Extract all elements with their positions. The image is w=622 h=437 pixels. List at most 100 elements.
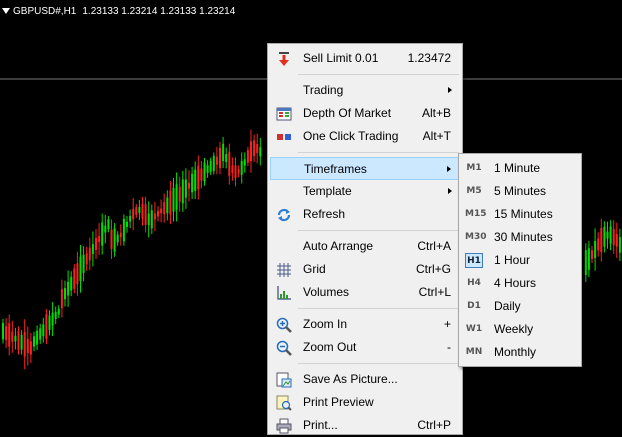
timeframe-item-mn[interactable]: MN Monthly [461,341,579,364]
menu-item-depth-of-market[interactable]: Depth Of Market Alt+B [270,102,460,125]
timeframe-item-d1[interactable]: D1 Daily [461,295,579,318]
candle [11,320,14,353]
menu-item-template[interactable]: Template [270,180,460,203]
candle [45,308,48,345]
print-icon [276,418,292,434]
candle [26,326,29,366]
menu-item-save-as-picture[interactable]: Save As Picture... [270,368,460,391]
candle [36,325,39,350]
symbol-label: GBPUSD#,H1 [13,5,77,17]
candle [240,152,243,184]
timeframe-item-m30[interactable]: M30 30 Minutes [461,226,579,249]
menu-item-shortcut: Ctrl+L [418,285,451,299]
submenu-arrow-icon [448,188,452,194]
timeframe-item-m1[interactable]: M1 1 Minute [461,157,579,180]
timeframe-label: 5 Minutes [494,184,547,198]
menu-item-grid[interactable]: Grid Ctrl+G [270,258,460,281]
chart-menu-arrow-icon[interactable] [2,8,10,14]
timeframe-code-icon: H1 [465,253,483,268]
timeframe-label: Daily [494,299,521,313]
timeframes-submenu: M1 1 Minute M5 5 Minutes M15 15 Minutes … [458,153,582,367]
menu-item-print-preview[interactable]: Print Preview [270,391,460,414]
candle [206,160,209,178]
candle [147,201,150,238]
timeframe-code-icon: M1 [466,163,482,173]
candle [181,170,184,212]
candle [600,218,603,262]
timeframe-item-h4[interactable]: H4 4 Hours [461,272,579,295]
refresh-icon [277,208,291,222]
candle [203,158,206,186]
candle [129,209,132,229]
menu-item-one-click-trading[interactable]: One Click Trading Alt+T [270,125,460,148]
menu-item-sell-limit[interactable]: Sell Limit 0.01 1.23472 [270,47,460,70]
menu-item-shortcut: Ctrl+G [415,262,451,276]
candle [594,228,597,271]
candle [132,197,135,231]
grid-icon [277,263,291,277]
timeframe-label: Monthly [494,345,537,359]
candle [60,279,63,318]
candle [209,157,212,175]
candle [587,241,590,278]
menu-item-refresh[interactable]: Refresh [270,203,460,226]
timeframe-item-h1[interactable]: H1 1 Hour [461,249,579,272]
candle [39,323,42,345]
menu-item-zoom-in[interactable]: Zoom In + [270,313,460,336]
candle [141,196,144,226]
menu-item-zoom-out[interactable]: Zoom Out - [270,336,460,359]
menu-item-label: Sell Limit 0.01 [303,51,379,65]
timeframe-item-m15[interactable]: M15 15 Minutes [461,203,579,226]
menu-item-label: One Click Trading [303,129,399,143]
candle [243,152,246,173]
candle [603,221,606,253]
one-click-trading-icon [277,134,291,140]
candle [612,220,615,254]
candle [597,232,600,257]
menu-separator [298,152,459,153]
menu-item-volumes[interactable]: Volumes Ctrl+L [270,281,460,304]
candle [228,143,231,185]
candle [20,330,23,355]
menu-item-label: Save As Picture... [303,372,398,386]
candle [615,222,618,258]
candle [17,326,20,355]
timeframe-code-icon: W1 [465,324,483,334]
candle [85,246,88,272]
menu-item-shortcut: Ctrl+A [417,239,451,253]
candle [169,181,172,225]
candle [91,231,94,267]
candle [215,147,218,175]
menu-item-label: Template [303,184,352,198]
menu-item-label: Timeframes [304,162,367,176]
menu-item-timeframes[interactable]: Timeframes [270,157,460,180]
timeframe-label: 4 Hours [494,276,537,290]
candle [259,137,262,166]
save-picture-icon [276,372,292,388]
timeframe-item-m5[interactable]: M5 5 Minutes [461,180,579,203]
timeframe-label: 30 Minutes [494,230,553,244]
candle [237,165,240,178]
candle [184,168,187,209]
candle [82,246,85,282]
candle [253,134,256,163]
timeframe-item-w1[interactable]: W1 Weekly [461,318,579,341]
menu-item-print[interactable]: Print... Ctrl+P [270,414,460,437]
candle [256,133,259,164]
candle [163,193,166,223]
menu-item-label: Zoom In [303,317,348,331]
ohlc-readout: 1.23133 1.23214 1.23133 1.23214 [82,5,236,17]
menu-item-label: Trading [303,83,344,97]
menu-item-label: Refresh [303,207,346,221]
candle [250,129,252,173]
menu-item-label: Volumes [303,285,350,299]
menu-item-auto-arrange[interactable]: Auto Arrange Ctrl+A [270,235,460,258]
candle [219,141,221,175]
candle [591,245,593,264]
timeframe-label: 15 Minutes [494,207,553,221]
candle [95,229,97,259]
candle [122,214,125,246]
chart-context-menu: Sell Limit 0.01 1.23472 Trading Depth Of… [267,43,463,435]
zoom-in-icon [276,317,292,333]
menu-item-trading[interactable]: Trading [270,79,460,102]
